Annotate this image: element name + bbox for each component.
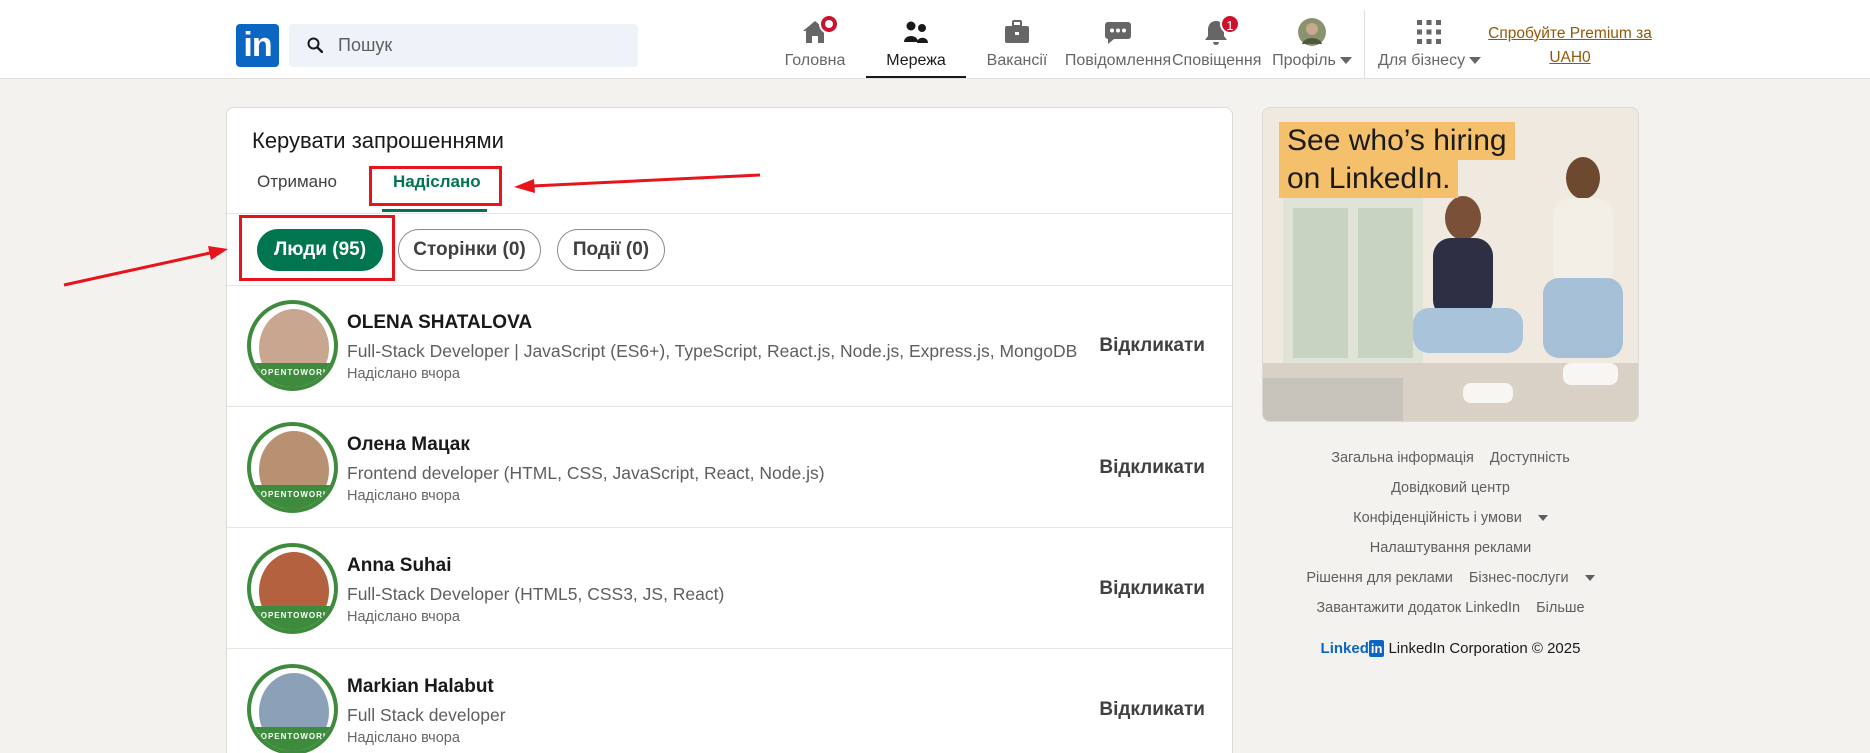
nav-network[interactable]: Мережа — [866, 18, 966, 78]
person-headline: Full-Stack Developer | JavaScript (ES6+)… — [347, 341, 1078, 361]
annotation-arrow — [63, 251, 211, 287]
withdraw-button[interactable]: Відкликати — [1099, 699, 1205, 721]
chevron-down-icon — [1584, 575, 1595, 582]
person-headline: Full-Stack Developer (HTML5, CSS3, JS, R… — [347, 584, 725, 604]
footer-business-link[interactable]: Бізнес-послуги — [1469, 570, 1595, 586]
sent-date: Надіслано вчора — [347, 488, 460, 504]
invitation-row: #OPENTOWORK Олена Мацак Frontend develop… — [227, 407, 1232, 528]
footer-privacy-link[interactable]: Конфіденційність і умови — [1353, 510, 1548, 526]
annotation-arrowhead — [208, 246, 228, 260]
briefcase-icon — [1003, 18, 1031, 46]
filter-pages[interactable]: Сторінки (0) — [398, 229, 541, 271]
invitation-row: #OPENTOWORK Anna Suhai Full-Stack Develo… — [227, 528, 1232, 649]
nav-divider — [1364, 10, 1365, 78]
search-icon — [307, 37, 323, 53]
ad-headline-line-1: See who’s hiring — [1279, 122, 1515, 160]
chevron-down-icon — [1339, 57, 1352, 65]
premium-line-1: Спробуйте Premium за — [1488, 25, 1652, 42]
nav-network-label: Мережа — [886, 52, 946, 69]
footer-accessibility-link[interactable]: Доступність — [1490, 450, 1570, 466]
home-icon — [801, 14, 839, 46]
sent-date: Надіслано вчора — [347, 730, 460, 746]
person-avatar[interactable]: #OPENTOWORK — [247, 543, 338, 634]
active-nav-underline — [866, 76, 966, 78]
nav-profile-label: Профіль — [1270, 52, 1354, 70]
nav-notifications-label: Сповіщення — [1172, 52, 1262, 69]
active-tab-underline — [382, 209, 487, 212]
footer-links: Загальна інформація Доступність Довідкови… — [1262, 443, 1639, 623]
bell-icon: 1 — [1202, 14, 1240, 46]
nav-notifications[interactable]: 1 Сповіщення — [1172, 14, 1262, 78]
grid-icon — [1415, 18, 1443, 46]
tabs-divider — [227, 213, 1232, 214]
withdraw-button[interactable]: Відкликати — [1099, 457, 1205, 479]
person-headline: Frontend developer (HTML, CSS, JavaScrip… — [347, 463, 825, 483]
chevron-down-icon — [1537, 515, 1548, 522]
card-title: Керувати запрошеннями — [252, 128, 504, 153]
invitation-row: #OPENTOWORK Markian Halabut Full Stack d… — [227, 649, 1232, 753]
footer-help-link[interactable]: Довідковий центр — [1391, 480, 1510, 496]
promo-ad-banner[interactable]: See who’s hiring on LinkedIn. — [1262, 107, 1639, 422]
linkedin-wordmark: Linked — [1320, 640, 1369, 657]
footer-more-link[interactable]: Більше — [1536, 600, 1584, 616]
footer-brand: Linked in LinkedIn Corporation © 2025 — [1262, 640, 1639, 657]
sent-date: Надіслано вчора — [347, 366, 460, 382]
nav-messaging[interactable]: Повідомлення — [1064, 18, 1172, 78]
person-name[interactable]: OLENA SHATALOVA — [347, 312, 532, 334]
open-to-work-ring: #OPENTOWORK — [251, 727, 334, 751]
linkedin-logo[interactable]: in — [236, 24, 279, 67]
withdraw-button[interactable]: Відкликати — [1099, 335, 1205, 357]
try-premium-link[interactable]: Спробуйте Premium за UAH0 — [1486, 22, 1654, 70]
filter-events[interactable]: Події (0) — [557, 229, 665, 271]
notification-dot — [819, 14, 839, 34]
premium-line-2: UAH0 — [1549, 49, 1591, 66]
person-avatar[interactable]: #OPENTOWORK — [247, 664, 338, 753]
nav-messaging-label: Повідомлення — [1064, 52, 1172, 69]
search-box[interactable] — [289, 24, 638, 67]
network-icon — [902, 18, 930, 46]
nav-home-label: Головна — [784, 52, 846, 69]
person-name[interactable]: Markian Halabut — [347, 676, 494, 698]
withdraw-button[interactable]: Відкликати — [1099, 578, 1205, 600]
person-name[interactable]: Anna Suhai — [347, 555, 452, 577]
messaging-icon — [1104, 18, 1132, 46]
nav-jobs-label: Вакансії — [986, 52, 1048, 69]
top-nav-bar: in Головна Мережа Вакансії Повідомлення — [0, 0, 1870, 79]
footer-ad-settings-link[interactable]: Налаштування реклами — [1370, 540, 1531, 556]
person-avatar[interactable]: #OPENTOWORK — [247, 300, 338, 391]
sent-date: Надіслано вчора — [347, 609, 460, 625]
person-headline: Full Stack developer — [347, 705, 506, 725]
annotation-highlight-box — [239, 215, 395, 281]
annotation-highlight-box — [369, 166, 502, 206]
person-avatar[interactable]: #OPENTOWORK — [247, 422, 338, 513]
nav-home[interactable]: Головна — [784, 14, 846, 78]
nav-business-label: Для бізнесу — [1378, 52, 1482, 70]
ad-headline-line-2: on LinkedIn. — [1279, 160, 1459, 198]
footer-get-app-link[interactable]: Завантажити додаток LinkedIn — [1316, 600, 1520, 616]
nav-jobs[interactable]: Вакансії — [986, 18, 1048, 78]
open-to-work-ring: #OPENTOWORK — [251, 606, 334, 630]
profile-avatar — [1298, 18, 1326, 46]
copyright-text: LinkedIn Corporation © 2025 — [1388, 640, 1581, 657]
open-to-work-ring: #OPENTOWORK — [251, 485, 334, 509]
chevron-down-icon — [1469, 57, 1482, 65]
notification-count-badge: 1 — [1220, 14, 1240, 34]
tab-received[interactable]: Отримано — [257, 162, 337, 202]
search-input[interactable] — [338, 24, 618, 67]
linkedin-in-mark: in — [1368, 640, 1385, 657]
open-to-work-ring: #OPENTOWORK — [251, 363, 334, 387]
person-name[interactable]: Олена Мацак — [347, 434, 470, 456]
invitation-row: #OPENTOWORK OLENA SHATALOVA Full-Stack D… — [227, 286, 1232, 407]
footer-about-link[interactable]: Загальна інформація — [1331, 450, 1474, 466]
nav-profile[interactable]: Профіль — [1270, 18, 1354, 78]
nav-for-business[interactable]: Для бізнесу — [1378, 18, 1482, 78]
footer-ad-solutions-link[interactable]: Рішення для реклами — [1306, 570, 1453, 586]
